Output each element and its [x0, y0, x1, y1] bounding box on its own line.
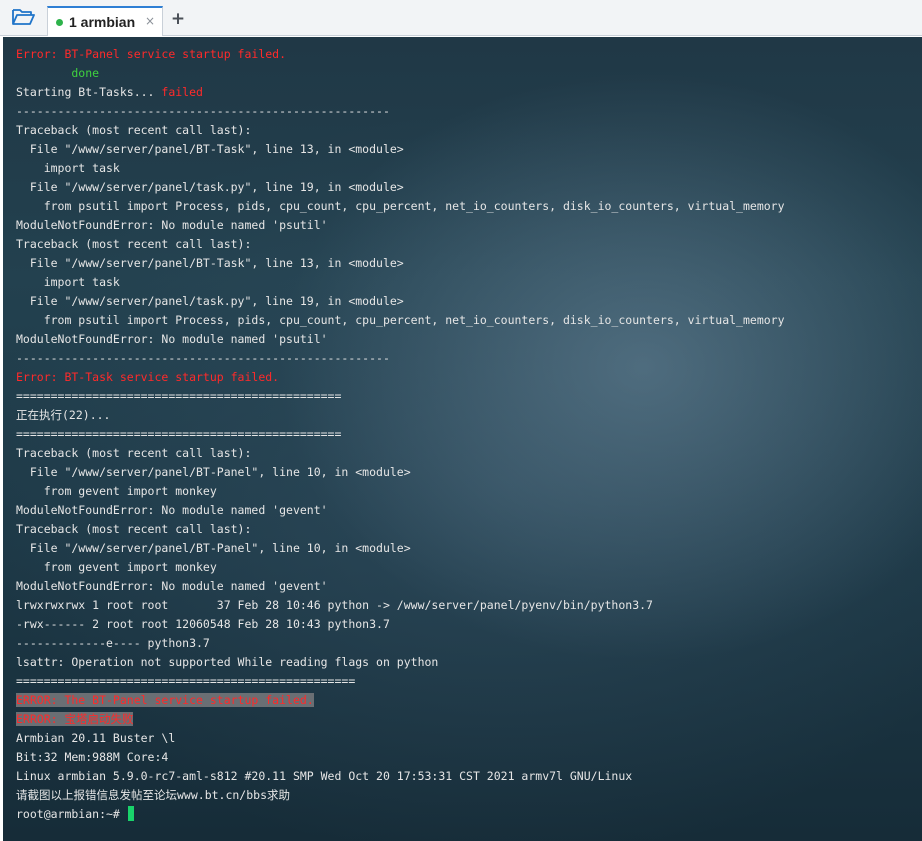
- terminal-line: File "/www/server/panel/BT-Task", line 1…: [16, 254, 785, 273]
- terminal-text: Linux armbian 5.9.0-rc7-aml-s812 #20.11 …: [16, 769, 633, 783]
- terminal-line: 正在执行(22)...: [16, 406, 785, 425]
- terminal-line: from gevent import monkey: [16, 482, 785, 501]
- terminal-text: -------------e---- python3.7: [16, 636, 210, 650]
- terminal-line: ERROR: 宝塔启动失败: [16, 710, 785, 729]
- terminal-text: File "/www/server/panel/BT-Panel", line …: [16, 465, 411, 479]
- terminal-line: ModuleNotFoundError: No module named 'ge…: [16, 577, 785, 596]
- open-folder-button[interactable]: [6, 6, 40, 32]
- terminal-line: -------------e---- python3.7: [16, 634, 785, 653]
- terminal-text: from gevent import monkey: [16, 560, 217, 574]
- terminal-text: ModuleNotFoundError: No module named 'ps…: [16, 218, 328, 232]
- tab-bar: 1 armbian × +: [0, 0, 922, 36]
- terminal-output[interactable]: Error: BT-Panel service startup failed. …: [3, 37, 922, 841]
- terminal-text: import task: [16, 275, 120, 289]
- terminal-text: File "/www/server/panel/BT-Panel", line …: [16, 541, 411, 555]
- terminal-line: ========================================…: [16, 387, 785, 406]
- terminal-line: ========================================…: [16, 672, 785, 691]
- green-dot-icon: [56, 18, 63, 26]
- terminal-text: from gevent import monkey: [16, 484, 217, 498]
- terminal-text: File "/www/server/panel/BT-Task", line 1…: [16, 256, 404, 270]
- terminal-text: lrwxrwxrwx 1 root root 37 Feb 28 10:46 p…: [16, 598, 653, 612]
- terminal-line: Traceback (most recent call last):: [16, 121, 785, 140]
- terminal-line: ModuleNotFoundError: No module named 'ps…: [16, 216, 785, 235]
- terminal-line: from psutil import Process, pids, cpu_co…: [16, 197, 785, 216]
- terminal-text: Error: BT-Panel service startup failed.: [16, 47, 287, 61]
- terminal-text: Armbian 20.11 Buster \l: [16, 731, 176, 745]
- terminal-text: ERROR: The BT-Panel service startup fail…: [16, 693, 314, 707]
- terminal-line: -rwx------ 2 root root 12060548 Feb 28 1…: [16, 615, 785, 634]
- terminal-window: 1 armbian × + Error: BT-Panel service st…: [0, 0, 922, 841]
- terminal-text: ModuleNotFoundError: No module named 'ge…: [16, 503, 328, 517]
- terminal-text: Error: BT-Task service startup failed.: [16, 370, 280, 384]
- terminal-line: ----------------------------------------…: [16, 102, 785, 121]
- terminal-text: Traceback (most recent call last):: [16, 446, 252, 460]
- terminal-line: from psutil import Process, pids, cpu_co…: [16, 311, 785, 330]
- terminal-text: ========================================…: [16, 427, 342, 441]
- terminal-line: ========================================…: [16, 425, 785, 444]
- terminal-line: File "/www/server/panel/BT-Panel", line …: [16, 539, 785, 558]
- terminal-line: ModuleNotFoundError: No module named 'ps…: [16, 330, 785, 349]
- terminal-line: File "/www/server/panel/task.py", line 1…: [16, 292, 785, 311]
- terminal-line: File "/www/server/panel/BT-Panel", line …: [16, 463, 785, 482]
- terminal-text: from psutil import Process, pids, cpu_co…: [16, 313, 785, 327]
- terminal-lines: Error: BT-Panel service startup failed. …: [16, 45, 785, 824]
- terminal-text: File "/www/server/panel/task.py", line 1…: [16, 294, 404, 308]
- terminal-text: ----------------------------------------…: [16, 104, 390, 118]
- terminal-text: Starting Bt-Tasks...: [16, 85, 162, 99]
- terminal-line: Error: BT-Panel service startup failed.: [16, 45, 785, 64]
- terminal-text: ========================================…: [16, 674, 356, 688]
- terminal-line: done: [16, 64, 785, 83]
- terminal-text: 请截图以上报错信息发帖至论坛www.bt.cn/bbs求助: [16, 788, 291, 802]
- terminal-line: from gevent import monkey: [16, 558, 785, 577]
- terminal-text: ----------------------------------------…: [16, 351, 390, 365]
- terminal-line: Error: BT-Task service startup failed.: [16, 368, 785, 387]
- terminal-text: File "/www/server/panel/task.py", line 1…: [16, 180, 404, 194]
- text-cursor: [127, 806, 134, 821]
- open-folder-icon: [11, 7, 35, 32]
- terminal-line: Traceback (most recent call last):: [16, 520, 785, 539]
- terminal-line: import task: [16, 273, 785, 292]
- terminal-line: ----------------------------------------…: [16, 349, 785, 368]
- terminal-text: ========================================…: [16, 389, 342, 403]
- terminal-line: Starting Bt-Tasks... failed: [16, 83, 785, 102]
- terminal-line: File "/www/server/panel/BT-Task", line 1…: [16, 140, 785, 159]
- terminal-line: import task: [16, 159, 785, 178]
- terminal-line: File "/www/server/panel/task.py", line 1…: [16, 178, 785, 197]
- terminal-line: 请截图以上报错信息发帖至论坛www.bt.cn/bbs求助: [16, 786, 785, 805]
- shell-prompt: root@armbian:~#: [16, 807, 127, 821]
- terminal-text: File "/www/server/panel/BT-Task", line 1…: [16, 142, 404, 156]
- terminal-line: Linux armbian 5.9.0-rc7-aml-s812 #20.11 …: [16, 767, 785, 786]
- close-icon[interactable]: ×: [145, 14, 155, 28]
- terminal-line: Armbian 20.11 Buster \l: [16, 729, 785, 748]
- terminal-text: import task: [16, 161, 120, 175]
- terminal-text: -rwx------ 2 root root 12060548 Feb 28 1…: [16, 617, 390, 631]
- terminal-text: Bit:32 Mem:988M Core:4: [16, 750, 169, 764]
- terminal-text: Traceback (most recent call last):: [16, 522, 252, 536]
- terminal-line: ERROR: The BT-Panel service startup fail…: [16, 691, 785, 710]
- terminal-line: lrwxrwxrwx 1 root root 37 Feb 28 10:46 p…: [16, 596, 785, 615]
- terminal-text: from psutil import Process, pids, cpu_co…: [16, 199, 785, 213]
- terminal-text: ModuleNotFoundError: No module named 'ps…: [16, 332, 328, 346]
- terminal-text: lsattr: Operation not supported While re…: [16, 655, 439, 669]
- terminal-text: ModuleNotFoundError: No module named 'ge…: [16, 579, 328, 593]
- terminal-line: lsattr: Operation not supported While re…: [16, 653, 785, 672]
- add-tab-button[interactable]: +: [168, 9, 188, 29]
- terminal-prompt-line[interactable]: root@armbian:~#: [16, 805, 785, 824]
- terminal-line: ModuleNotFoundError: No module named 'ge…: [16, 501, 785, 520]
- tab-armbian[interactable]: 1 armbian ×: [47, 6, 163, 36]
- plus-icon: +: [170, 9, 186, 29]
- terminal-text: failed: [161, 85, 203, 99]
- terminal-line: Bit:32 Mem:988M Core:4: [16, 748, 785, 767]
- terminal-text: done: [16, 66, 100, 80]
- tab-label: 1 armbian: [69, 14, 136, 30]
- terminal-text: 正在执行(22)...: [16, 408, 111, 422]
- terminal-text: ERROR: 宝塔启动失败: [16, 712, 134, 726]
- terminal-line: Traceback (most recent call last):: [16, 444, 785, 463]
- terminal-text: Traceback (most recent call last):: [16, 237, 252, 251]
- terminal-line: Traceback (most recent call last):: [16, 235, 785, 254]
- terminal-text: Traceback (most recent call last):: [16, 123, 252, 137]
